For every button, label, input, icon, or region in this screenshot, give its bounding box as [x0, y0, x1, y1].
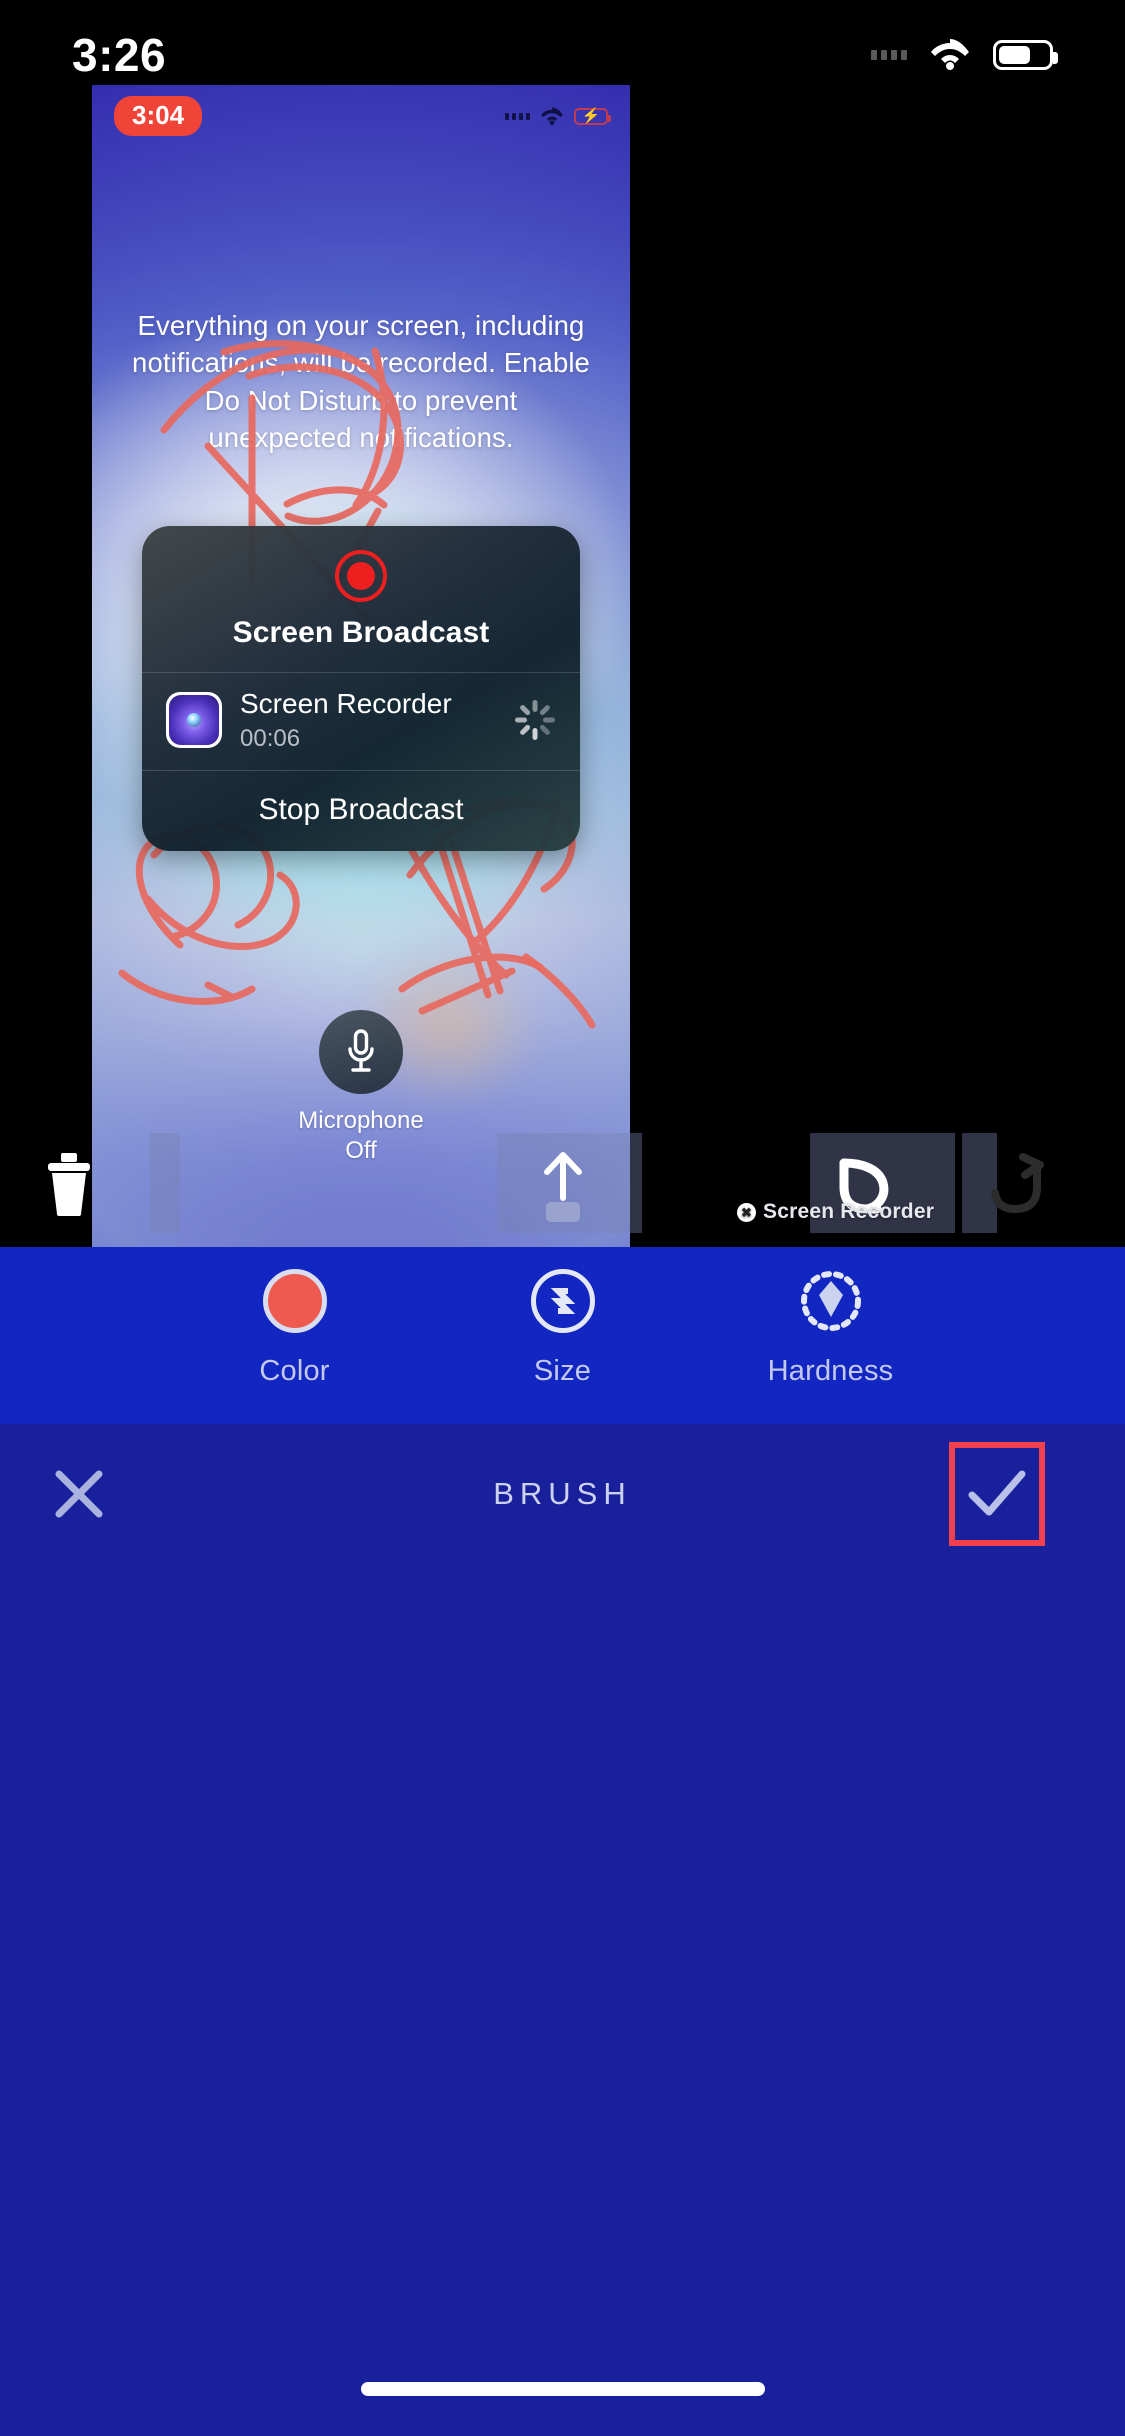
screen-broadcast-dialog[interactable]: Screen Broadcast Screen Recorder 00:06 S… [142, 526, 580, 851]
option-size-label: Size [533, 1355, 592, 1387]
loading-spinner-icon [514, 699, 556, 741]
delete-button[interactable] [38, 1136, 100, 1232]
share-button[interactable] [517, 1135, 609, 1235]
battery-charging-icon: ⚡ [574, 107, 611, 125]
microphone-label-primary: Microphone [298, 1107, 424, 1134]
color-swatch-icon[interactable] [262, 1269, 327, 1333]
option-color-label: Color [259, 1355, 330, 1387]
recording-instruction-text: Everything on your screen, including not… [132, 310, 590, 454]
checkmark-icon [968, 1470, 1026, 1516]
wifi-icon [929, 39, 971, 71]
broadcast-app-name: Screen Recorder [240, 688, 452, 719]
redo-icon [991, 1153, 1044, 1213]
wifi-icon [540, 106, 564, 126]
edit-canvas[interactable]: 3:04 ⚡ Everything on your screen, includ… [92, 85, 630, 1247]
status-bar-indicators [871, 39, 1058, 71]
broadcast-dialog-header: Screen Broadcast [142, 526, 580, 672]
redo-button [975, 1140, 1063, 1232]
option-size[interactable]: Size [488, 1269, 638, 1388]
signal-dots-icon [871, 50, 907, 60]
record-dot-icon [335, 550, 387, 602]
brush-size-icon[interactable] [530, 1269, 595, 1333]
broadcast-app-row[interactable]: Screen Recorder 00:06 [142, 672, 580, 771]
recorded-status-bar: 3:04 ⚡ [92, 85, 630, 147]
option-color[interactable]: Color [220, 1269, 370, 1388]
brush-hardness-icon[interactable] [799, 1269, 863, 1333]
toolbar-shade-left [150, 1133, 180, 1233]
screen-root: 3:26 3:04 ⚡ Everything on your screen, i… [0, 0, 1125, 2436]
upload-icon [544, 1152, 582, 1222]
confirm-button[interactable] [949, 1442, 1045, 1546]
battery-icon [993, 40, 1058, 70]
screen-recorder-watermark: ✖ Screen Recorder [737, 1200, 934, 1224]
microphone-icon[interactable] [319, 1010, 403, 1094]
screen-recorder-app-icon [166, 692, 222, 749]
watermark-label: Screen Recorder [763, 1200, 935, 1223]
option-hardness-label: Hardness [767, 1355, 894, 1387]
status-bar-clock: 3:26 [72, 29, 167, 81]
broadcast-elapsed-time: 00:06 [240, 724, 301, 752]
signal-dots-icon [505, 112, 530, 120]
home-indicator [360, 2382, 765, 2396]
option-hardness[interactable]: Hardness [756, 1269, 906, 1388]
bottom-action-bar: BRUSH [0, 1424, 1125, 2436]
stop-broadcast-button[interactable]: Stop Broadcast [142, 771, 580, 851]
brush-options-panel: Color Size Hardness [0, 1247, 1125, 1424]
trash-icon [48, 1153, 90, 1216]
watermark-badge-icon: ✖ [737, 1202, 756, 1222]
broadcast-dialog-title: Screen Broadcast [232, 616, 490, 649]
recorded-status-indicators: ⚡ [505, 106, 611, 126]
broadcast-app-info: Screen Recorder 00:06 [240, 687, 496, 754]
recording-time-pill: 3:04 [114, 96, 203, 136]
